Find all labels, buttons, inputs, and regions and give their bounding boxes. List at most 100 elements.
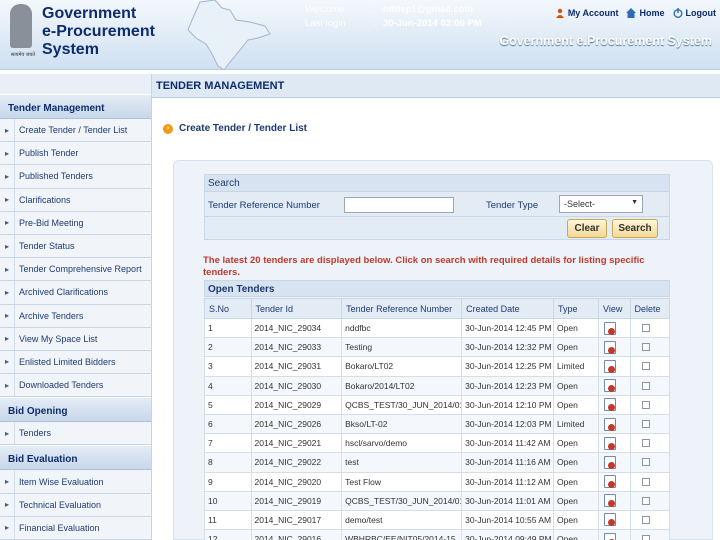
view-document-icon[interactable] xyxy=(604,475,617,489)
delete-checkbox[interactable] xyxy=(641,439,650,448)
sidebar-item[interactable]: ▸ Publish Tender xyxy=(0,142,151,166)
bullet-arrow-icon: ▸ xyxy=(4,477,9,487)
left-sidebar: Tender Management ▸ Create Tender / Tender… xyxy=(0,74,152,540)
sidebar-item[interactable]: ▸ Technical Evaluation xyxy=(0,493,151,517)
sidebar-item[interactable]: ▸ Published Tenders xyxy=(0,165,151,189)
my-account-link[interactable]: My Account xyxy=(555,8,619,18)
sidebar-item[interactable]: ▸ Archived Clarifications xyxy=(0,281,151,305)
tender-type-select[interactable]: -Select- ▼ xyxy=(559,195,643,213)
dropdown-arrow-icon: ▼ xyxy=(631,199,638,206)
sidebar-item-label: Enlisted Limited Bidders xyxy=(14,350,151,374)
delete-checkbox[interactable] xyxy=(641,362,650,371)
sidebar-item-label: Published Tenders xyxy=(14,165,151,188)
view-document-icon[interactable] xyxy=(604,494,617,508)
view-document-icon[interactable] xyxy=(604,436,617,450)
table-cell: Open xyxy=(552,471,600,492)
home-icon xyxy=(626,8,637,18)
delete-checkbox[interactable] xyxy=(641,477,650,486)
delete-checkbox[interactable] xyxy=(641,458,650,467)
sidebar-item[interactable]: ▸ Pre-Bid Meeting xyxy=(0,211,151,235)
table-cell: 3 xyxy=(204,356,252,377)
view-cell xyxy=(598,529,631,540)
delete-checkbox[interactable] xyxy=(641,343,650,352)
delete-checkbox[interactable] xyxy=(641,496,650,505)
sidebar-item[interactable]: ▸ Clarifications xyxy=(0,188,151,212)
bullet-arrow-icon: ▸ xyxy=(4,523,9,533)
bullet-arrow-icon: ▸ xyxy=(4,218,9,228)
sidebar-item[interactable]: ▸ Financial Evaluation xyxy=(0,516,151,540)
table-row: 10 2014_NIC_29019 QCBS_TEST/30_JUN_2014/01… xyxy=(204,490,671,511)
table-cell: 10 xyxy=(204,490,252,511)
view-cell xyxy=(598,375,631,396)
search-title: Search xyxy=(205,175,669,192)
table-row: 12 2014_NIC_29016 WBHRBC/EE/NIT05/2014-15 3… xyxy=(204,529,671,540)
sidebar-item[interactable]: ▸ Tender Comprehensive Report xyxy=(0,258,151,282)
table-cell: 6 xyxy=(204,413,252,435)
sidebar-item[interactable]: ▸ Create Tender / Tender List xyxy=(0,119,151,143)
table-cell: QCBS_TEST/30_JUN_2014/01 xyxy=(341,490,463,511)
sidebar-item-label: Create Tender / Tender List xyxy=(14,119,151,142)
view-document-icon[interactable] xyxy=(604,455,617,469)
sidebar-item[interactable]: ▸ Downloaded Tenders xyxy=(0,374,151,398)
view-document-icon[interactable] xyxy=(604,532,617,540)
my-account-label: My Account xyxy=(567,8,619,18)
bullet-arrow-icon: ▸ xyxy=(4,264,9,274)
table-cell: demo/test xyxy=(341,509,463,531)
table-cell: 30-Jun-2014 12:10 PM xyxy=(461,394,554,415)
sidebar-item[interactable]: ▸ Tenders xyxy=(0,422,151,446)
sidebar-item[interactable]: ▸ Tender Status xyxy=(0,234,151,259)
search-button[interactable]: Search xyxy=(612,219,658,238)
view-document-icon[interactable] xyxy=(604,379,617,393)
sidebar-item[interactable]: ▸ Enlisted Limited Bidders xyxy=(0,350,151,375)
home-label: Home xyxy=(639,8,665,18)
delete-cell xyxy=(629,509,671,531)
column-header: View xyxy=(598,298,631,319)
table-row: 4 2014_NIC_29030 Bokaro/2014/LT02 30-Jun-20… xyxy=(204,375,671,396)
brand-line-3: System xyxy=(42,41,99,58)
logout-link[interactable]: Logout xyxy=(673,8,716,18)
table-cell: 2014_NIC_29021 xyxy=(250,433,343,454)
bullet-arrow-icon: ▸ xyxy=(4,171,9,181)
home-link[interactable]: Home xyxy=(626,8,665,18)
table-cell: 2 xyxy=(204,337,252,358)
table-row: 5 2014_NIC_29029 QCBS_TEST/30_JUN_2014/01 3… xyxy=(204,394,671,415)
view-document-icon[interactable] xyxy=(604,417,617,431)
sidebar-section-header[interactable]: Tender Management xyxy=(0,94,151,119)
tender-ref-input[interactable] xyxy=(344,197,454,213)
view-document-icon[interactable] xyxy=(604,340,617,354)
tender-ref-label: Tender Reference Number xyxy=(208,200,320,211)
view-document-icon[interactable] xyxy=(604,359,617,373)
delete-checkbox[interactable] xyxy=(641,515,650,524)
view-document-icon[interactable] xyxy=(604,398,617,412)
view-cell xyxy=(598,490,631,511)
view-cell xyxy=(598,337,631,358)
column-header: Tender Id xyxy=(250,298,343,319)
separator: : xyxy=(373,18,376,29)
sidebar-item-label: Archived Clarifications xyxy=(14,281,151,304)
view-document-icon[interactable] xyxy=(604,321,617,335)
delete-checkbox[interactable] xyxy=(641,400,650,409)
view-cell xyxy=(598,509,631,531)
bullet-arrow-icon: ▸ xyxy=(4,195,9,205)
table-cell: 9 xyxy=(204,471,252,492)
clear-button[interactable]: Clear xyxy=(567,219,607,238)
sidebar-item[interactable]: ▸ View My Space List xyxy=(0,327,151,351)
delete-checkbox[interactable] xyxy=(641,381,650,390)
sidebar-section-header[interactable]: Bid Opening xyxy=(0,397,151,423)
delete-checkbox[interactable] xyxy=(641,420,650,429)
bullet-arrow-icon: ▸ xyxy=(4,380,9,390)
column-header: Type xyxy=(552,298,600,319)
delete-checkbox[interactable] xyxy=(641,324,650,333)
sidebar-item[interactable]: ▸ Archive Tenders xyxy=(0,304,151,328)
table-cell: 7 xyxy=(204,433,252,454)
table-cell: Open xyxy=(552,529,600,540)
sidebar-item[interactable]: ▸ Item Wise Evaluation xyxy=(0,470,151,494)
delete-cell xyxy=(629,490,671,511)
table-cell: 8 xyxy=(204,452,252,473)
delete-checkbox[interactable] xyxy=(641,535,650,540)
table-cell: Open xyxy=(552,394,600,415)
sidebar-section-header[interactable]: Bid Evaluation xyxy=(0,445,151,471)
sidebar-item-label: Tender Comprehensive Report xyxy=(14,258,151,281)
view-document-icon[interactable] xyxy=(604,513,617,527)
separator: : xyxy=(373,4,376,15)
